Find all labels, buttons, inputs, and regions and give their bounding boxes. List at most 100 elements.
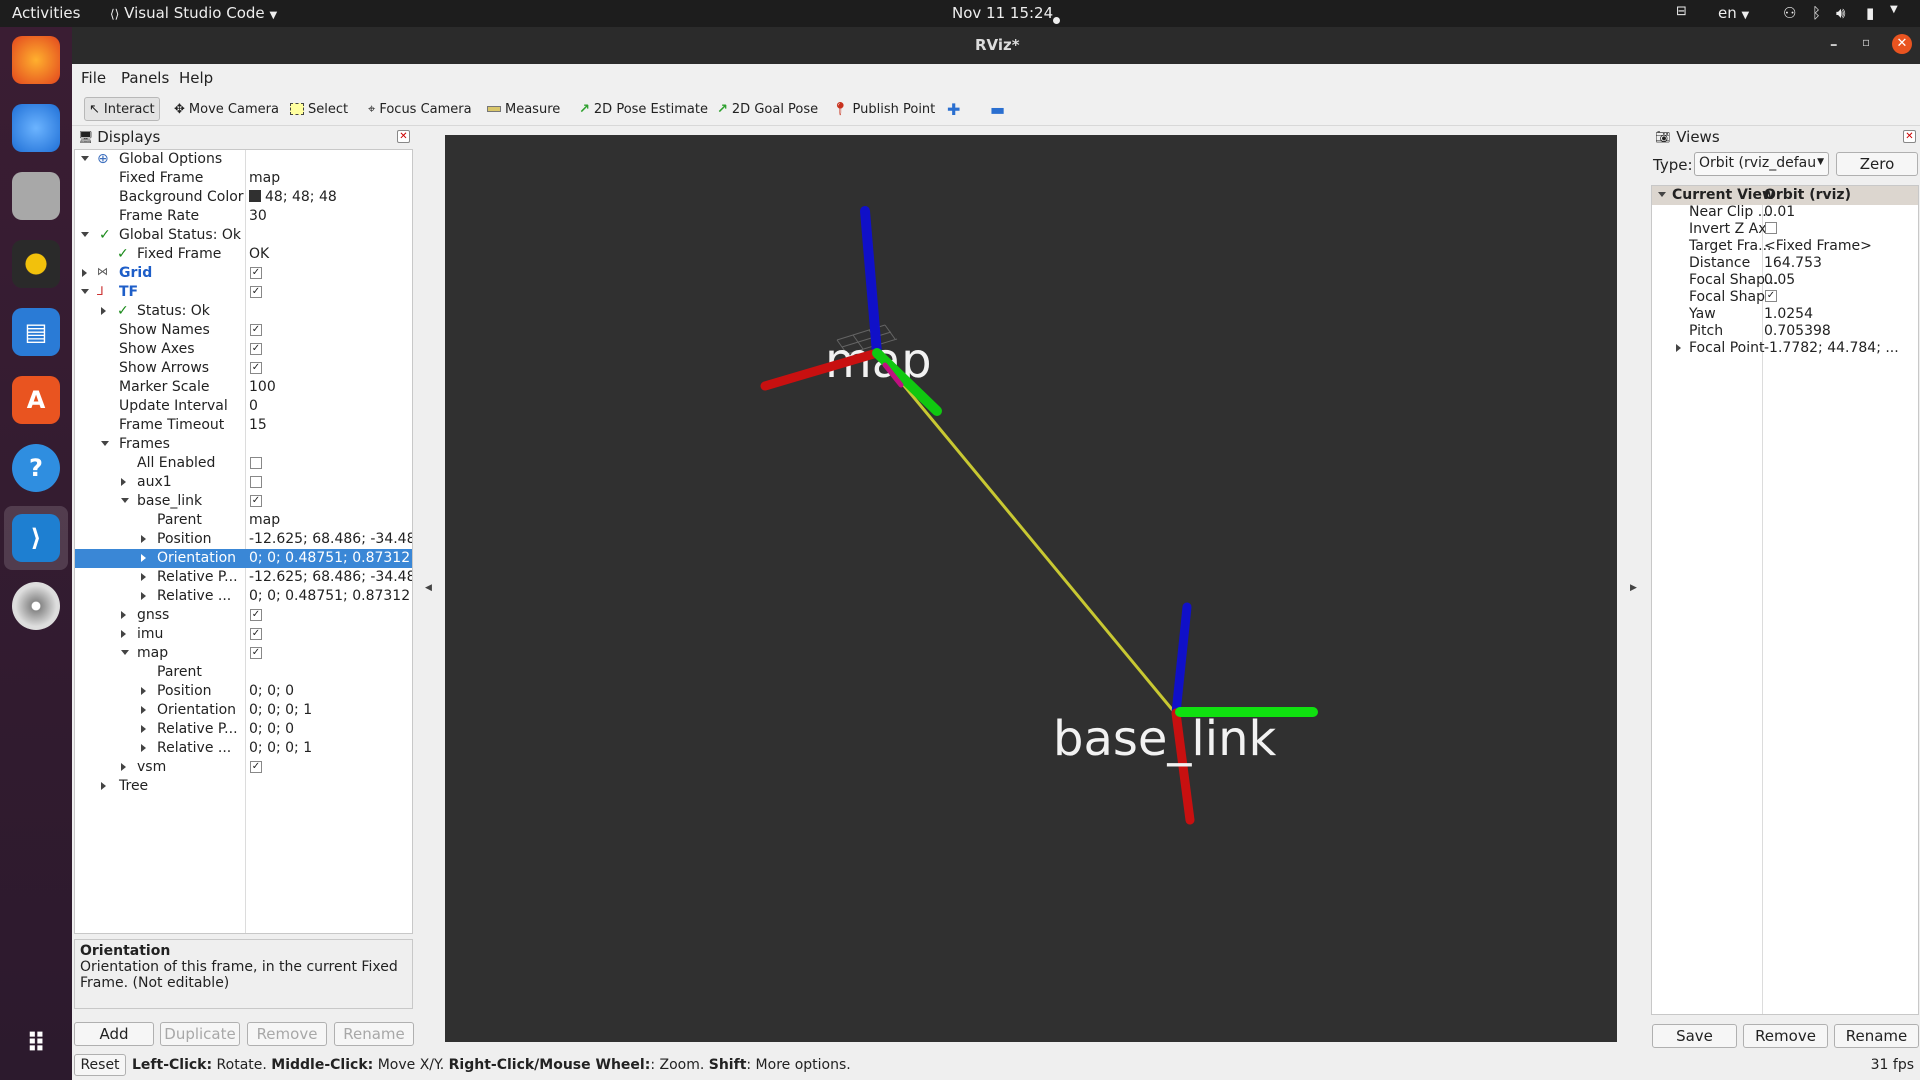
- tree-row-marker-scale[interactable]: Marker Scale 100: [75, 378, 412, 397]
- tree-row-frames[interactable]: Frames: [75, 435, 412, 454]
- focus-camera-tool-button[interactable]: ⌖ Focus Camera: [364, 97, 476, 121]
- clock[interactable]: Nov 11 15:24: [952, 4, 1053, 22]
- tree-row-tf[interactable]: ⅃ TF ✓: [75, 283, 412, 302]
- tree-value[interactable]: 0: [249, 398, 258, 414]
- grid-checkbox[interactable]: ✓: [250, 267, 262, 279]
- expand-arrow-icon[interactable]: [121, 478, 126, 486]
- tree-value[interactable]: 15: [249, 417, 267, 433]
- views-row-invert-z[interactable]: Invert Z Axis: [1652, 220, 1918, 237]
- writer-icon[interactable]: ▤: [12, 308, 60, 356]
- aux1-checkbox[interactable]: [250, 476, 262, 488]
- menu-help[interactable]: Help: [179, 69, 213, 87]
- expand-arrow-icon[interactable]: [1658, 192, 1666, 197]
- invert-z-checkbox[interactable]: [1765, 222, 1777, 234]
- 3d-viewport[interactable]: map base_link: [445, 135, 1617, 1042]
- views-row-focal-shape-fixed[interactable]: Focal Shap... ✓: [1652, 288, 1918, 305]
- collapse-left-icon[interactable]: ◀: [425, 583, 432, 593]
- show-axes-checkbox[interactable]: ✓: [250, 343, 262, 355]
- tree-row-all-enabled[interactable]: All Enabled: [75, 454, 412, 473]
- map-checkbox[interactable]: ✓: [250, 647, 262, 659]
- expand-arrow-icon[interactable]: [101, 782, 106, 790]
- tree-value[interactable]: <Fixed Frame>: [1764, 238, 1872, 254]
- expand-arrow-icon[interactable]: [121, 498, 129, 503]
- tree-row-show-arrows[interactable]: Show Arrows ✓: [75, 359, 412, 378]
- tree-row-tf-status[interactable]: ✓ Status: Ok: [75, 302, 412, 321]
- focal-shape-checkbox[interactable]: ✓: [1765, 290, 1777, 302]
- tree-value[interactable]: 48; 48; 48: [249, 189, 337, 205]
- publish-point-tool-button[interactable]: 📍︎ Publish Point: [828, 97, 939, 121]
- remove-display-button[interactable]: Remove: [247, 1022, 327, 1046]
- tree-row-map-position[interactable]: Position 0; 0; 0: [75, 682, 412, 701]
- tree-row-imu[interactable]: imu ✓: [75, 625, 412, 644]
- tree-row-background-color[interactable]: Background Color 48; 48; 48: [75, 188, 412, 207]
- collapse-right-icon[interactable]: ▶: [1630, 583, 1637, 593]
- files-icon[interactable]: [12, 172, 60, 220]
- all-enabled-checkbox[interactable]: [250, 457, 262, 469]
- firefox-icon[interactable]: [12, 36, 60, 84]
- tree-row-frame-rate[interactable]: Frame Rate 30: [75, 207, 412, 226]
- tree-row-orientation-selected[interactable]: Orientation 0; 0; 0.48751; 0.87312: [75, 549, 412, 568]
- show-arrows-checkbox[interactable]: ✓: [250, 362, 262, 374]
- expand-arrow-icon[interactable]: [141, 554, 146, 562]
- tree-row-vsm[interactable]: vsm ✓: [75, 758, 412, 777]
- tree-row-map-parent[interactable]: Parent: [75, 663, 412, 682]
- tree-value[interactable]: map: [249, 170, 280, 186]
- expand-arrow-icon[interactable]: [121, 611, 126, 619]
- tree-row-frame-timeout[interactable]: Frame Timeout 15: [75, 416, 412, 435]
- views-row-focal-point[interactable]: Focal Point -1.7782; 44.784; ...: [1652, 339, 1918, 356]
- battery-icon[interactable]: ▮: [1866, 4, 1874, 22]
- volume-icon[interactable]: 🔊︎: [1836, 4, 1845, 22]
- language-indicator[interactable]: en ▼: [1718, 4, 1749, 22]
- goal-pose-tool-button[interactable]: ↗ 2D Goal Pose: [713, 97, 822, 121]
- network-icon[interactable]: ⚇: [1783, 4, 1796, 22]
- move-camera-tool-button[interactable]: ✥ Move Camera: [170, 97, 283, 121]
- expand-arrow-icon[interactable]: [141, 535, 146, 543]
- tree-value[interactable]: -1.7782; 44.784; ...: [1764, 340, 1899, 356]
- tree-row-map-relative-orientation[interactable]: Relative ... 0; 0; 0; 1: [75, 739, 412, 758]
- tree-value[interactable]: 0.01: [1764, 204, 1795, 220]
- tf-checkbox[interactable]: ✓: [250, 286, 262, 298]
- remove-view-button[interactable]: Remove: [1743, 1024, 1828, 1048]
- expand-arrow-icon[interactable]: [101, 441, 109, 446]
- add-tool-button[interactable]: ✚: [943, 97, 964, 121]
- tree-row-position[interactable]: Position -12.625; 68.486; -34.485: [75, 530, 412, 549]
- tree-value[interactable]: 0.705398: [1764, 323, 1831, 339]
- bluetooth-icon[interactable]: ᛒ: [1812, 4, 1821, 22]
- maximize-icon[interactable]: ▫: [1862, 35, 1870, 49]
- duplicate-display-button[interactable]: Duplicate: [160, 1022, 240, 1046]
- expand-arrow-icon[interactable]: [141, 592, 146, 600]
- close-icon[interactable]: ✕: [1892, 34, 1912, 54]
- interact-tool-button[interactable]: ↖ Interact: [84, 97, 160, 121]
- tree-row-update-interval[interactable]: Update Interval 0: [75, 397, 412, 416]
- tree-row-fixed-frame[interactable]: Fixed Frame map: [75, 169, 412, 188]
- expand-arrow-icon[interactable]: [82, 269, 87, 277]
- tree-row-show-axes[interactable]: Show Axes ✓: [75, 340, 412, 359]
- help-icon[interactable]: ?: [12, 444, 60, 492]
- close-icon[interactable]: ✕: [1903, 130, 1916, 143]
- expand-arrow-icon[interactable]: [141, 744, 146, 752]
- vsm-checkbox[interactable]: ✓: [250, 761, 262, 773]
- rename-display-button[interactable]: Rename: [334, 1022, 414, 1046]
- chevron-down-icon[interactable]: ▼: [1890, 4, 1898, 15]
- vscode-dock-icon[interactable]: ⟩: [12, 514, 60, 562]
- add-display-button[interactable]: Add: [74, 1022, 154, 1046]
- tree-value[interactable]: 30: [249, 208, 267, 224]
- expand-arrow-icon[interactable]: [81, 232, 89, 237]
- gnss-checkbox[interactable]: ✓: [250, 609, 262, 621]
- expand-arrow-icon[interactable]: [141, 706, 146, 714]
- expand-arrow-icon[interactable]: [81, 289, 89, 294]
- tree-row-grid[interactable]: ⋈ Grid ✓: [75, 264, 412, 283]
- menu-panels[interactable]: Panels: [121, 69, 169, 87]
- dvd-icon[interactable]: [12, 582, 60, 630]
- remove-tool-button[interactable]: ▬: [986, 97, 1009, 121]
- tree-row-parent[interactable]: Parent map: [75, 511, 412, 530]
- tree-value[interactable]: 100: [249, 379, 276, 395]
- teamviewer-icon[interactable]: ⊟: [1676, 4, 1687, 19]
- expand-arrow-icon[interactable]: [141, 687, 146, 695]
- tree-value[interactable]: 164.753: [1764, 255, 1822, 271]
- thunderbird-icon[interactable]: [12, 104, 60, 152]
- views-row-focal-shape-size[interactable]: Focal Shap... 0.05: [1652, 271, 1918, 288]
- zero-view-button[interactable]: Zero: [1836, 152, 1918, 176]
- tree-row-relative-orientation[interactable]: Relative ... 0; 0; 0.48751; 0.87312: [75, 587, 412, 606]
- tree-row-tree[interactable]: Tree: [75, 777, 412, 796]
